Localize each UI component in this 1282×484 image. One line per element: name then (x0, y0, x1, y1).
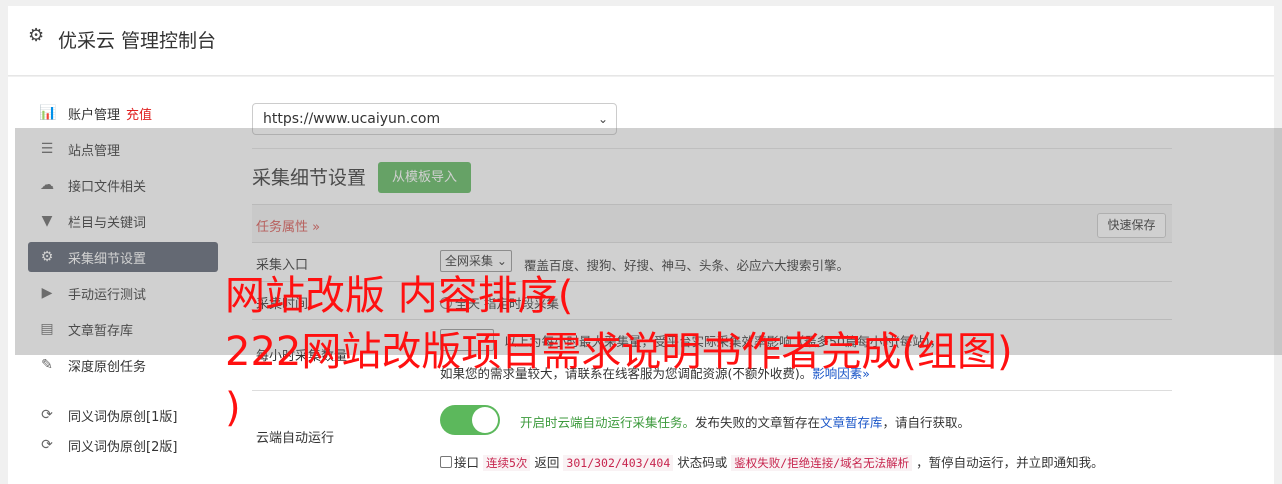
sidebar-item-account[interactable]: 📊 账户管理 充值 (28, 98, 218, 128)
sidebar-item-label: 同义词伪原创[2版] (68, 440, 178, 455)
site-select-value: https://www.ucaiyun.com (263, 111, 441, 127)
banner-line-3: ) (225, 385, 241, 431)
sidebar-item-label: 深度原创任务 (68, 360, 147, 375)
text-status-or: 状态码或 (677, 455, 728, 470)
checkbox-label: 接口 (454, 455, 480, 470)
sidebar-item-synonym-v2[interactable]: ⟳ 同义词伪原创[2版] (28, 430, 218, 460)
sidebar-item-label: 同义词伪原创[1版] (68, 410, 178, 425)
page-title: 优采云 管理控制台 (58, 30, 217, 52)
code-status-codes: 301/302/403/404 (563, 455, 674, 471)
text-return: 返回 (534, 455, 560, 470)
code-consecutive: 连续5次 (483, 455, 531, 471)
bar-chart-icon: 📊 (39, 105, 57, 121)
refresh-icon: ⟳ (41, 437, 53, 453)
chevron-down-icon: ⌄ (597, 112, 608, 126)
recharge-link[interactable]: 充值 (126, 108, 152, 123)
banner-line-1: 网站改版 内容排序( (225, 273, 574, 319)
text-pause-notify: ，暂停自动运行，并立即通知我。 (916, 455, 1104, 470)
sidebar-item-label: 账户管理 (68, 108, 121, 123)
edit-icon: ✎ (41, 357, 53, 373)
banner-line-2: 222网站改版项目需求说明书作者完成(组图) (225, 329, 1013, 375)
app-header: ⚙ 优采云 管理控制台 (8, 6, 1274, 76)
code-auth-fail: 鉴权失败/拒绝连接/域名无法解析 (731, 455, 913, 471)
sidebar-item-synonym-v1[interactable]: ⟳ 同义词伪原创[1版] (28, 400, 218, 430)
refresh-icon: ⟳ (41, 407, 53, 423)
gear-icon: ⚙ (28, 25, 45, 46)
red-banner-text: 网站改版 内容排序( 222网站改版项目需求说明书作者完成(组图) ) (225, 268, 1275, 436)
notify-checkbox[interactable] (440, 456, 452, 468)
